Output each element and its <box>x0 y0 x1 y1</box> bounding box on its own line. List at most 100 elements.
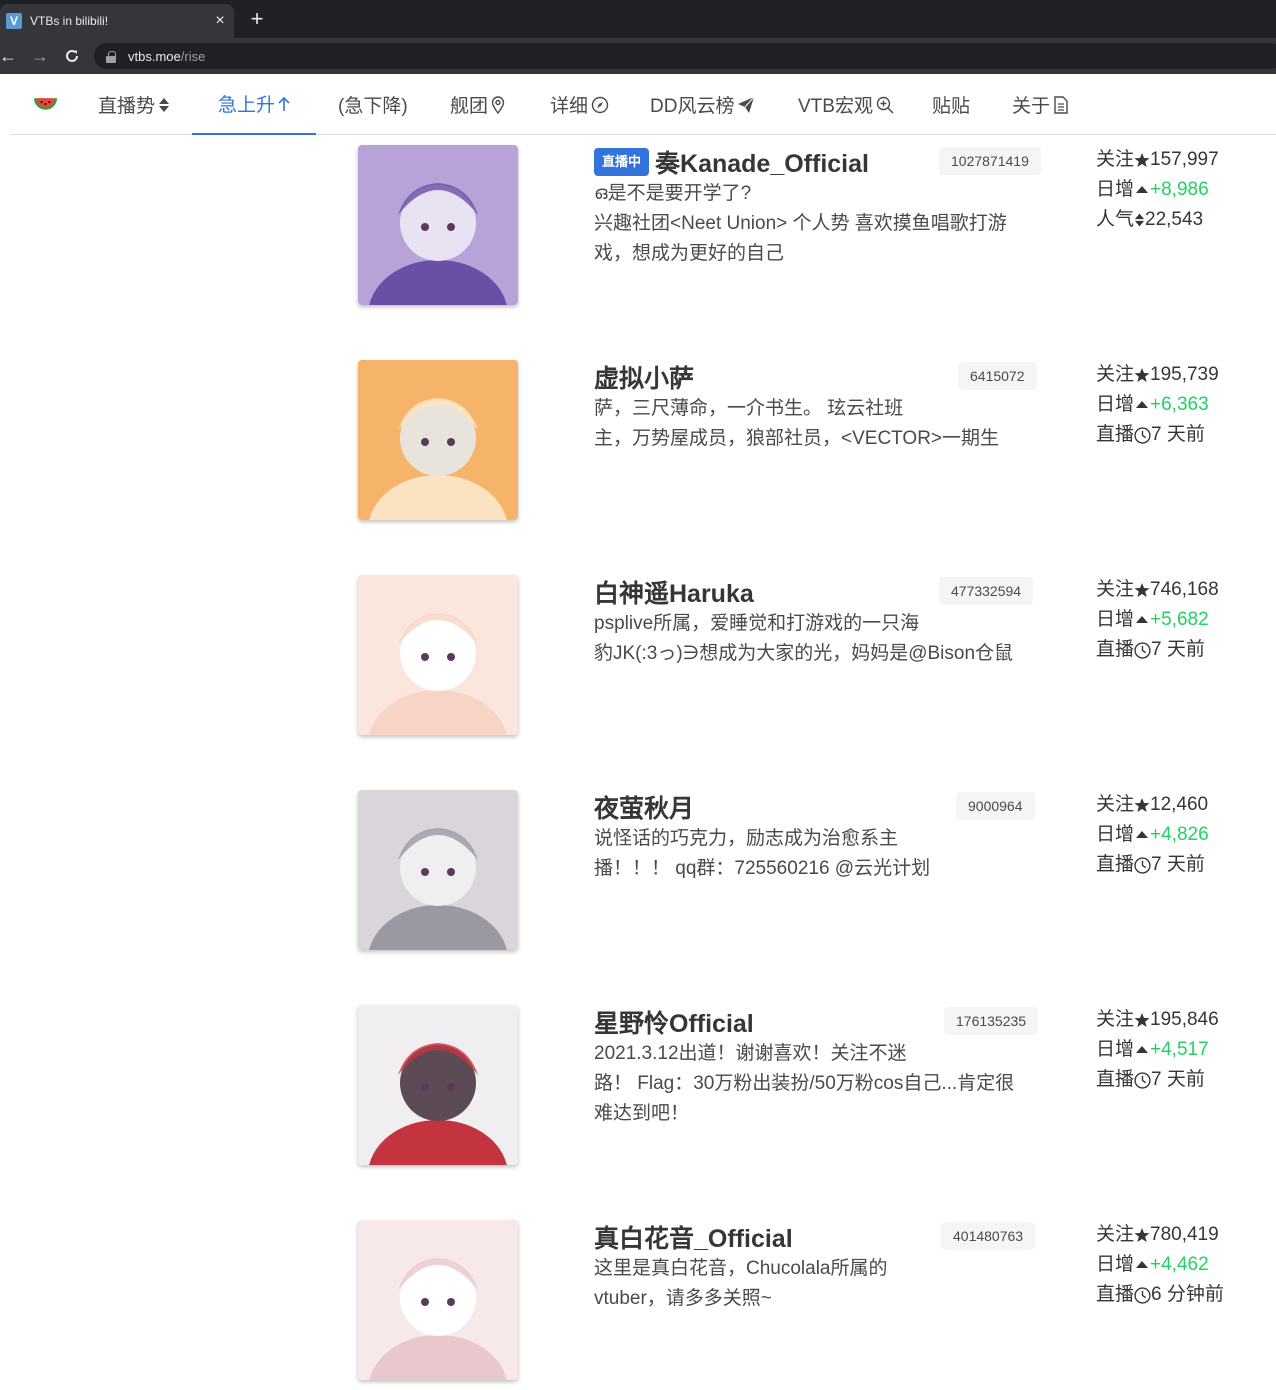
browser-tab[interactable]: V VTBs in bilibili! × <box>0 4 234 38</box>
tab-close-icon[interactable]: × <box>206 12 234 30</box>
clock-icon <box>1134 1287 1151 1304</box>
compass-icon <box>591 96 609 113</box>
follower-label: 关注 <box>1096 364 1135 385</box>
vtb-name[interactable]: 真白花音_Official <box>594 1219 793 1255</box>
follower-label: 关注 <box>1096 1224 1135 1245</box>
star-icon <box>1134 582 1150 598</box>
new-tab-button[interactable]: + <box>244 6 270 32</box>
location-pin-icon <box>491 95 505 114</box>
third-value: 22,543 <box>1145 209 1204 230</box>
clock-icon <box>1134 1072 1151 1089</box>
nav-item-tietie[interactable]: 贴贴 <box>932 74 970 135</box>
vtb-row: 白神遥Haruka 477332594 psplive所属，爱睡觉和打游戏的一只… <box>0 575 1276 745</box>
nav-label: 舰团 <box>450 96 489 117</box>
rise-stat: 日增 +4,462 <box>1096 1250 1224 1280</box>
vtb-name[interactable]: 奏Kanade_Official <box>655 144 869 180</box>
site-favicon-icon: V <box>6 13 22 29</box>
follower-label: 关注 <box>1096 579 1135 600</box>
third-value: 6 分钟前 <box>1151 1284 1224 1305</box>
signature-line: 主，万势屋成员，狼部社员，<VECTOR>一期生 <box>594 428 1000 449</box>
rise-label: 日增 <box>1096 824 1135 845</box>
vtb-stats: 关注 195,846 日增 +4,517 直播 7 天前 <box>1096 1005 1219 1095</box>
vtb-signature: ഒ是不是要开学了? 兴趣社团<Neet Union> 个人势 喜欢摸鱼唱歌打游 戏，… <box>594 179 1044 269</box>
live-badge: 直播中 <box>594 148 650 176</box>
nav-label: 贴贴 <box>932 96 971 117</box>
forward-arrow-icon[interactable]: → <box>28 44 52 68</box>
vtb-avatar[interactable] <box>358 360 518 520</box>
follower-count: 195,739 <box>1150 364 1219 385</box>
url-input[interactable]: vtbs.moe/rise <box>94 43 1276 69</box>
mid-tag: 477332594 <box>939 577 1034 605</box>
vtb-stats: 关注 195,739 日增 +6,363 直播 7 天前 <box>1096 360 1219 450</box>
vtb-name[interactable]: 白神遥Haruka <box>594 574 754 610</box>
rise-stat: 日增 +8,986 <box>1096 175 1219 205</box>
name-line: 真白花音_Official <box>594 1220 793 1254</box>
nav-item-live[interactable]: 直播势 <box>98 74 170 135</box>
vtb-avatar[interactable] <box>358 575 518 735</box>
star-icon <box>1134 367 1150 383</box>
nav-item-detail[interactable]: 详细 <box>550 74 609 135</box>
lock-icon <box>106 50 116 63</box>
follower-stat: 关注 780,419 <box>1096 1220 1224 1250</box>
vtb-name[interactable]: 星野怜Official <box>594 1004 754 1040</box>
rise-label: 日增 <box>1096 179 1135 200</box>
rise-count: +4,462 <box>1150 1254 1209 1275</box>
vtb-avatar[interactable] <box>358 790 518 950</box>
nav-item-rise[interactable]: 急上升 <box>192 74 317 135</box>
follower-stat: 关注 746,168 <box>1096 575 1219 605</box>
nav-label: 直播势 <box>98 96 156 117</box>
nav-item-about[interactable]: 关于 <box>1012 74 1069 135</box>
mid-tag: 9000964 <box>956 792 1035 820</box>
vtb-stats: 关注 746,168 日增 +5,682 直播 7 天前 <box>1096 575 1219 665</box>
third-stat: 直播 7 天前 <box>1096 635 1219 665</box>
follower-stat: 关注 195,739 <box>1096 360 1219 390</box>
signature-line: 兴趣社团<Neet Union> 个人势 喜欢摸鱼唱歌打游 <box>594 213 1007 234</box>
arrow-up-icon <box>278 96 290 111</box>
caret-up-icon <box>1136 399 1148 411</box>
vtb-signature: 说怪话的巧克力，励志成为治愈系主 播！！！ qq群：725560216 @云光计划 <box>594 824 1044 884</box>
url-path: /rise <box>180 48 206 64</box>
rise-label: 日增 <box>1096 394 1135 415</box>
nav-label: DD风云榜 <box>650 96 735 117</box>
vtb-stats: 关注 157,997 日增 +8,986 人气 22,543 <box>1096 145 1219 235</box>
rise-stat: 日增 +4,517 <box>1096 1035 1219 1065</box>
nav-label: 详细 <box>550 96 589 117</box>
reload-icon[interactable] <box>60 44 84 68</box>
nav-item-dd-rank[interactable]: DD风云榜 <box>650 74 755 135</box>
rise-count: +6,363 <box>1150 394 1209 415</box>
vtb-avatar[interactable] <box>358 1220 518 1380</box>
tab-title: VTBs in bilibili! <box>30 14 109 28</box>
vtb-name[interactable]: 夜萤秋月 <box>594 789 694 825</box>
caret-up-icon <box>1136 829 1148 841</box>
follower-count: 780,419 <box>1150 1224 1219 1245</box>
third-stat: 直播 7 天前 <box>1096 1065 1219 1095</box>
nav-label: 关于 <box>1012 96 1051 117</box>
name-line: 虚拟小萨 <box>594 360 694 394</box>
nav-label: (急下降) <box>338 96 408 117</box>
nav-item-drop[interactable]: (急下降) <box>338 74 408 135</box>
follower-count: 12,460 <box>1150 794 1209 815</box>
caret-up-icon <box>1136 184 1148 196</box>
vtb-signature: psplive所属，爱睡觉和打游戏的一只海 豹JK(:3っ)∋想成为大家的光，妈妈… <box>594 609 1044 669</box>
back-arrow-icon[interactable]: ← <box>0 44 20 68</box>
vtb-avatar[interactable] <box>358 145 518 305</box>
third-label: 直播 <box>1096 424 1135 445</box>
nav-label: 急上升 <box>218 95 276 116</box>
rise-count: +4,517 <box>1150 1039 1209 1060</box>
url-host: vtbs.moe <box>128 48 181 64</box>
vtb-avatar[interactable] <box>358 1005 518 1165</box>
rise-count: +5,682 <box>1150 609 1209 630</box>
nav-item-guard[interactable]: 舰团 <box>450 74 505 135</box>
vtb-row: 直播中 奏Kanade_Official 1027871419 ഒ是不是要开学了… <box>0 145 1276 315</box>
signature-line: 豹JK(:3っ)∋想成为大家的光，妈妈是@Bison仓鼠 <box>594 643 1014 664</box>
vtb-row: 虚拟小萨 6415072 萨，三尺薄命，一介书生。 玹云社班 主，万势屋成员，狼部… <box>0 360 1276 530</box>
follower-label: 关注 <box>1096 149 1135 170</box>
name-line: 直播中 奏Kanade_Official <box>594 145 869 179</box>
signature-line: 这里是真白花音，Chucolala所属的 <box>594 1258 888 1279</box>
watermelon-logo-icon[interactable] <box>30 74 58 135</box>
vtb-name[interactable]: 虚拟小萨 <box>594 359 694 395</box>
third-label: 直播 <box>1096 639 1135 660</box>
nav-item-vtb-macro[interactable]: VTB宏观 <box>798 74 894 135</box>
star-icon <box>1134 152 1150 168</box>
follower-count: 746,168 <box>1150 579 1219 600</box>
